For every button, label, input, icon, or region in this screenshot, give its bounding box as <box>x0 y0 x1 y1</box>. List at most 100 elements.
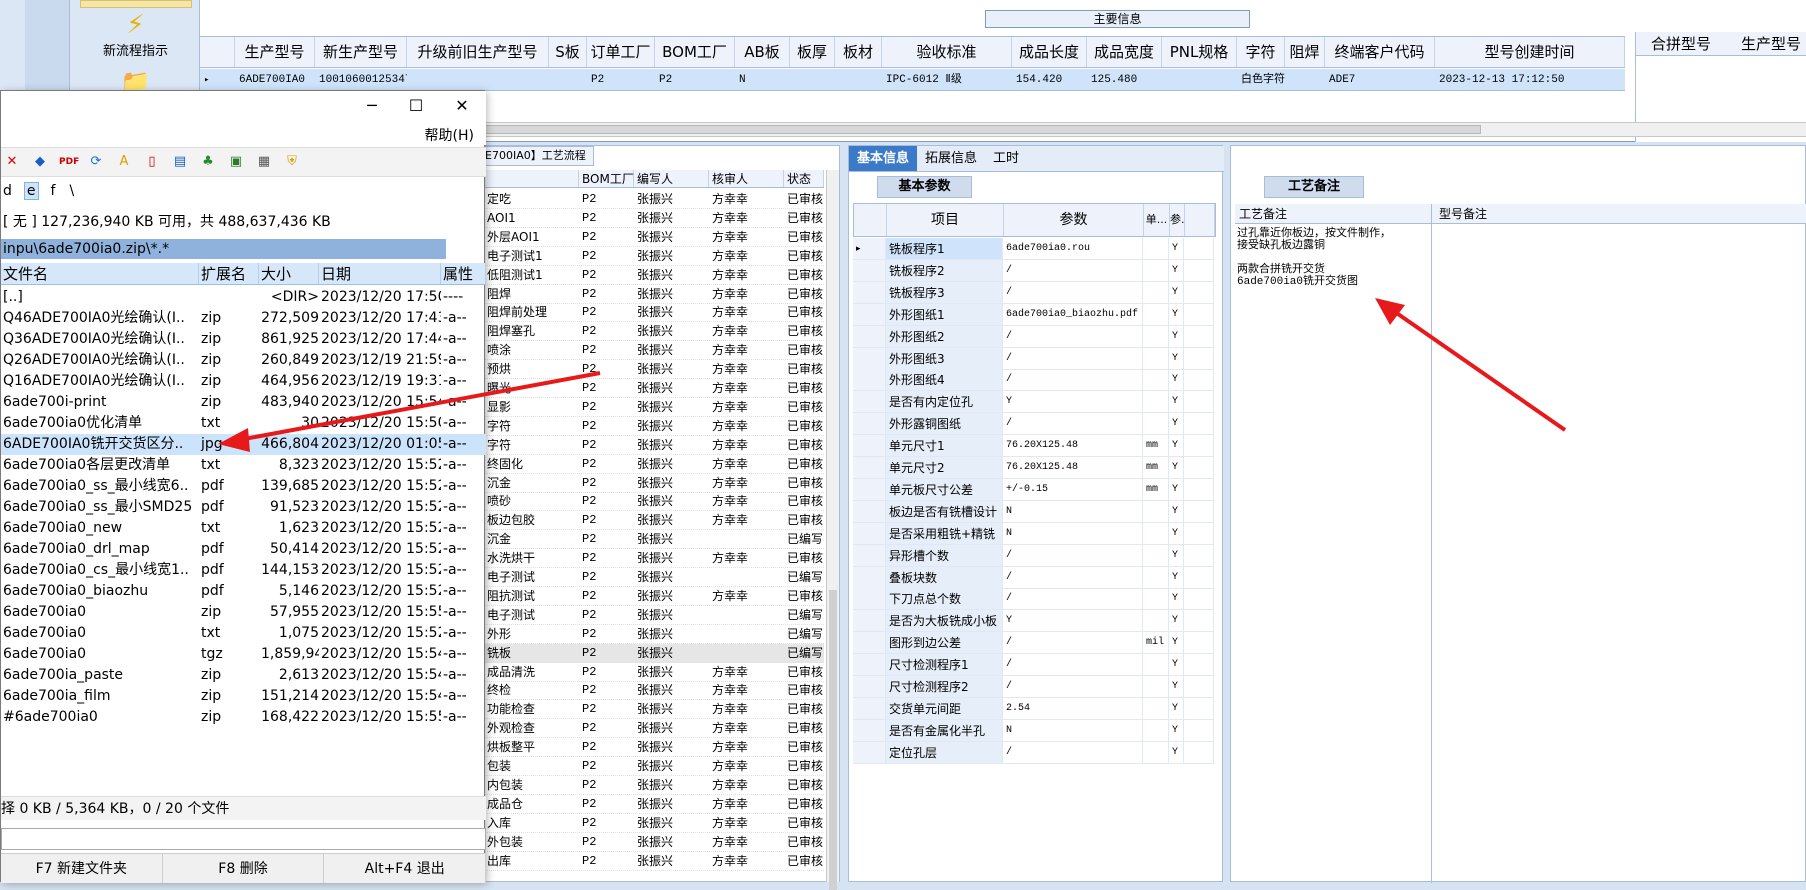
menu-help[interactable]: 帮助(H) <box>425 125 474 145</box>
process-row[interactable]: 烘板整平 P2 张振兴 方幸幸 已审核 <box>484 738 824 758</box>
file-row[interactable]: 6ade700ia0 tgz 1,859,9472023/12/20 15:54-a… <box>1 644 486 665</box>
pack-icon[interactable]: ◆ <box>31 153 49 171</box>
main-col-header[interactable]: S板 <box>549 37 587 67</box>
col-unit[interactable]: 单... <box>1144 204 1170 236</box>
col-craft-notes[interactable]: 工艺备注 <box>1235 204 1435 223</box>
process-row[interactable]: 包装 P2 张振兴 方幸幸 已审核 <box>484 757 824 776</box>
craft-notes-tab[interactable]: 工艺备注 <box>1264 176 1364 198</box>
col-filename[interactable]: 文件名 <box>1 263 199 284</box>
main-data-row[interactable]: ▸ 6ADE700IA0 10010600125347 P2 P2 N IPC-6012 Ⅱ… <box>200 69 1625 91</box>
row-selector[interactable] <box>853 391 886 413</box>
file-row[interactable]: 6ade700ia0_new txt 1,623 2023/12/20 15:52 -a… <box>1 518 486 539</box>
row-selector[interactable] <box>853 719 886 741</box>
basic-param-row[interactable]: 下刀点总个数 / Y <box>853 588 1214 611</box>
drive-root[interactable]: \ <box>67 183 76 199</box>
drive-f[interactable]: f <box>49 183 58 199</box>
main-col-header[interactable]: 成品宽度 <box>1087 37 1162 67</box>
row-selector[interactable] <box>853 347 886 369</box>
process-row[interactable]: 板边包胶 P2 张振兴 方幸幸 已审核 <box>484 511 824 531</box>
col-production-model[interactable]: 生产型号 <box>1726 32 1806 55</box>
file-row[interactable]: [..] <DIR> 2023/12/20 17:50 ---- <box>1 287 486 308</box>
shield-icon[interactable]: ⛨ <box>283 153 301 171</box>
fm-titlebar[interactable]: ─ ☐ ✕ <box>1 91 486 123</box>
tab-extended-info[interactable]: 拓展信息 <box>917 146 985 171</box>
main-col-header[interactable]: 板厚 <box>790 37 835 67</box>
drive-d[interactable]: d <box>1 183 14 199</box>
row-selector[interactable] <box>853 413 886 435</box>
main-col-header[interactable]: BOM工厂 <box>655 37 735 67</box>
basic-param-row[interactable]: ▸ 铣板程序1 6ade700ia0.rou Y <box>853 238 1214 260</box>
row-selector[interactable] <box>853 588 886 610</box>
row-selector[interactable] <box>853 369 886 391</box>
basic-param-row[interactable]: 是否为大板铣成小板 Y Y <box>853 610 1214 633</box>
process-row[interactable]: 外观检查 P2 张振兴 方幸幸 已审核 <box>484 719 824 739</box>
basic-param-row[interactable]: 尺寸检测程序1/ Y <box>853 654 1214 677</box>
process-col-header[interactable]: 编写人 <box>634 170 709 187</box>
f7-new-folder-button[interactable]: F7 新建文件夹 <box>1 854 163 883</box>
file-row[interactable]: 6ade700ia0各层更改清单 txt 8,323 2023/12/20 15:52… <box>1 455 486 476</box>
basic-param-row[interactable]: 是否有内定位孔 Y Y <box>853 391 1214 414</box>
drive-e[interactable]: e <box>23 182 39 200</box>
file-row[interactable]: 6ade700ia0_ss_最小SMD25 pdf 91,523 2023/12/20… <box>1 497 486 518</box>
basic-param-row[interactable]: 尺寸检测程序2/ Y <box>853 676 1214 698</box>
file-row[interactable]: 6ade700ia0_biaozhu pdf 5,146 2023/12/20 15:… <box>1 581 486 602</box>
file-row[interactable]: #6ade700ia0 zip 168,422 2023/12/20 15:55 -a-… <box>1 707 486 728</box>
file-row[interactable]: Q26ADE700IA0光绘确认(I.. zip 260,849 2023/12/19… <box>1 350 486 371</box>
col-size[interactable]: 大小 <box>259 263 319 284</box>
row-selector[interactable] <box>853 500 886 522</box>
maximize-icon[interactable]: ☐ <box>403 95 429 117</box>
tab-work-hours[interactable]: 工时 <box>985 146 1027 171</box>
basic-param-row[interactable]: 外形露铜图纸 / Y <box>853 413 1214 436</box>
row-selector[interactable]: ▸ <box>853 238 886 259</box>
delete-icon[interactable]: ✕ <box>3 153 21 171</box>
basic-param-row[interactable]: 单元板尺寸公差 +/-0.15 mm Y <box>853 478 1214 501</box>
main-horizontal-scrollbar[interactable] <box>405 122 1806 137</box>
main-col-header[interactable]: 成品长度 <box>1012 37 1087 67</box>
main-cell[interactable]: 125.480 <box>1087 69 1162 90</box>
basic-param-row[interactable]: 外形图纸4/ Y <box>853 369 1214 392</box>
refresh-icon[interactable]: ⟳ <box>87 153 105 171</box>
main-cell[interactable]: IPC-6012 Ⅱ级 <box>882 69 1012 90</box>
main-cell[interactable] <box>835 69 882 90</box>
basic-param-row[interactable]: 铣板程序3/ Y <box>853 281 1214 304</box>
row-selector[interactable] <box>853 435 886 457</box>
process-row[interactable]: 喷砂 P2 张振兴 方幸幸 已审核 <box>484 492 824 512</box>
settings-icon[interactable]: ▦ <box>255 153 273 171</box>
tab-basic-info[interactable]: 基本信息 <box>849 146 918 171</box>
main-cell[interactable]: N <box>735 69 790 90</box>
process-row[interactable]: 字符 P2 张振兴 方幸幸 已审核 <box>484 436 824 455</box>
ribbon-top-tool[interactable] <box>80 0 192 8</box>
main-row-selector[interactable]: ▸ <box>200 69 235 90</box>
file-row[interactable]: Q36ADE700IA0光绘确认(I.. zip 861,925 2023/12/20… <box>1 329 486 350</box>
process-row[interactable]: 电子测试 P2 张振兴 已编写 <box>484 568 824 587</box>
file-row[interactable]: 6ade700ia0_ss_最小线宽6.. pdf 139,685 2023/12/2… <box>1 476 486 497</box>
main-col-header[interactable]: 新生产型号 <box>315 37 407 67</box>
network-icon[interactable]: ♣ <box>199 153 217 171</box>
basic-param-row[interactable]: 是否有金属化半孔 N Y <box>853 719 1214 742</box>
process-row[interactable]: 功能检查 P2 张振兴 方幸幸 已审核 <box>484 700 824 720</box>
col-merge-model[interactable]: 合拼型号 <box>1636 32 1726 55</box>
col-extension[interactable]: 扩展名 <box>199 263 259 284</box>
row-selector[interactable] <box>853 697 886 719</box>
scroll-thumb[interactable] <box>411 125 1481 134</box>
basic-param-row[interactable]: 铣板程序2/ Y <box>853 259 1214 282</box>
basic-param-row[interactable]: 单元尺寸2 76.20X125.48 mm Y <box>853 457 1214 479</box>
process-col-header[interactable] <box>484 170 579 187</box>
col-attr[interactable]: 属性 <box>441 263 486 284</box>
main-cell[interactable] <box>790 69 835 90</box>
main-col-header[interactable]: 型号创建时间 <box>1435 37 1625 67</box>
new-flow-button[interactable]: ⚡ 新流程指示 <box>78 10 193 59</box>
row-selector[interactable] <box>853 654 886 676</box>
file-row[interactable]: 6ade700ia0优化清单 txt 30 2023/12/20 15:50 -a-- <box>1 413 486 434</box>
process-row[interactable]: 阻焊 P2 张振兴 方幸幸 已审核 <box>484 285 824 304</box>
process-row[interactable]: 电子测试 P2 张振兴 已编写 <box>484 606 824 625</box>
row-selector[interactable] <box>853 281 886 303</box>
basic-params-tab[interactable]: 基本参数 <box>877 176 972 198</box>
process-row[interactable]: 外层AOI1 P2 张振兴 方幸幸 已审核 <box>484 228 824 247</box>
view-icon[interactable]: ▤ <box>171 153 189 171</box>
sync-icon[interactable]: ▣ <box>227 153 245 171</box>
main-cell[interactable]: 6ADE700IA0 <box>235 69 315 90</box>
main-col-header[interactable]: 阻焊 <box>1285 37 1325 67</box>
row-selector[interactable] <box>853 544 886 566</box>
file-row[interactable]: Q16ADE700IA0光绘确认(I.. zip 464,956 2023/12/19… <box>1 371 486 392</box>
